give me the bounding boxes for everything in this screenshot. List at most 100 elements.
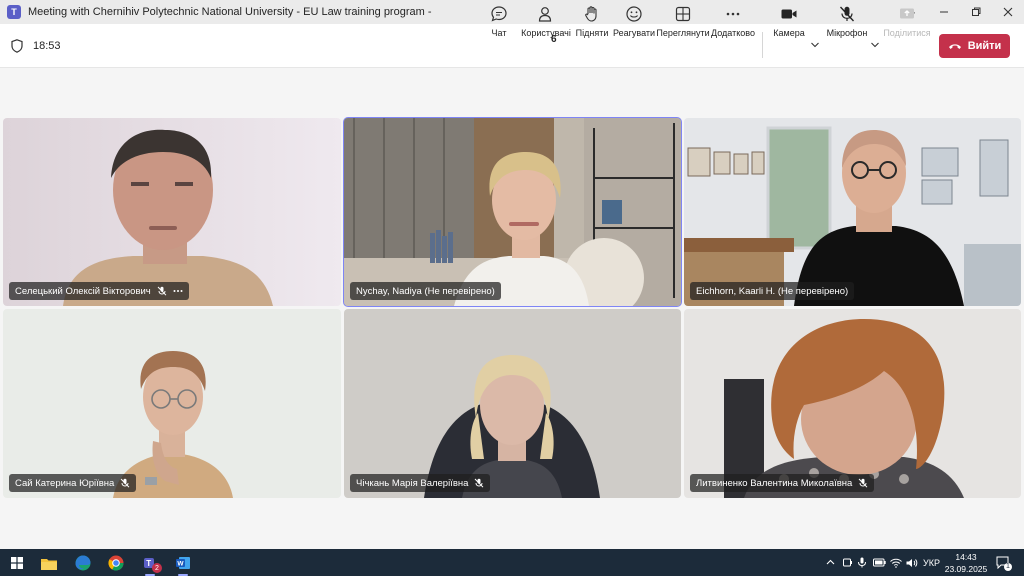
window-title: Meeting with Chernihiv Polytechnic Natio…	[28, 6, 432, 18]
hand-icon	[585, 6, 597, 22]
grid-view-icon	[675, 6, 691, 22]
video-tile-4[interactable]: Сай Катерина Юріївна	[3, 309, 341, 498]
react-button[interactable]: Реагувати	[612, 4, 656, 42]
participant-name-4: Сай Катерина Юріївна	[15, 477, 115, 489]
mic-options-chevron-down-icon[interactable]	[870, 40, 880, 50]
close-button[interactable]	[992, 0, 1024, 24]
minimize-button[interactable]	[928, 0, 960, 24]
svg-text:W: W	[177, 561, 184, 568]
chrome-browser-button[interactable]	[105, 552, 127, 574]
smiley-icon	[626, 6, 642, 22]
tray-mic-icon	[858, 557, 866, 568]
chrome-icon	[108, 555, 124, 571]
mic-muted-icon	[120, 478, 130, 488]
chat-icon	[491, 6, 507, 22]
speaker-icon	[906, 558, 918, 567]
video-tile-5[interactable]: Чічкань Марія Валеріївна	[344, 309, 681, 498]
react-label: Реагувати	[612, 28, 656, 38]
input-language-button[interactable]: УКР	[923, 549, 940, 576]
more-label: Додатково	[711, 28, 755, 38]
input-language-label: УКР	[923, 557, 940, 568]
camera-button[interactable]: Камера	[772, 4, 806, 42]
battery-indicator[interactable]	[873, 549, 886, 576]
video-tile-6[interactable]: Литвиненко Валентина Миколаївна	[684, 309, 1021, 498]
windows-taskbar: T 2 W УКР 14:43 23.09.2025 1	[0, 549, 1024, 576]
raise-hand-button[interactable]: Підняти	[576, 4, 608, 42]
leave-label: Вийти	[967, 40, 1002, 52]
volume-indicator[interactable]	[906, 549, 918, 576]
video-tile-2[interactable]: Nychay, Nadiya (Не перевірено)	[343, 117, 682, 307]
more-options-icon[interactable]	[173, 286, 183, 296]
participant-name-5: Чічкань Марія Валеріївна	[356, 477, 469, 489]
word-taskbar-button[interactable]: W	[172, 552, 194, 576]
chat-button[interactable]: Чат	[485, 4, 513, 42]
participant-nameplate-3: Eichhorn, Kaarli H. (Не перевірено)	[690, 282, 855, 300]
edge-browser-button[interactable]	[72, 552, 94, 574]
battery-icon	[873, 558, 886, 567]
chevron-up-icon	[826, 559, 835, 565]
tray-mic-button[interactable]	[857, 549, 867, 576]
microphone-label: Мікрофон	[826, 28, 868, 38]
camera-label: Камера	[773, 28, 805, 38]
tray-app-icon-1[interactable]	[842, 549, 853, 576]
people-label: Користувачі	[521, 28, 571, 38]
participant-name-3: Eichhorn, Kaarli H. (Не перевірено)	[696, 285, 849, 297]
teams-taskbar-button[interactable]: T 2	[139, 552, 162, 576]
edge-icon	[75, 555, 91, 571]
file-explorer-button[interactable]	[38, 552, 60, 574]
participant-nameplate-6: Литвиненко Валентина Миколаївна	[690, 474, 875, 492]
notification-center-button[interactable]: 1	[996, 549, 1012, 576]
participant-name-2: Nychay, Nadiya (Не перевірено)	[356, 285, 495, 297]
teams-notification-badge: 2	[152, 563, 162, 573]
leave-button[interactable]: Вийти	[939, 34, 1010, 58]
video-stage: Селецький Олексій Вікторович Nychay, Nad…	[0, 68, 1024, 549]
raise-hand-label: Підняти	[575, 28, 609, 38]
chat-label: Чат	[491, 28, 507, 38]
minimize-icon	[940, 11, 948, 13]
people-button[interactable]: Користувачі	[520, 4, 572, 42]
participant-name-6: Литвиненко Валентина Миколаївна	[696, 477, 853, 489]
video-tile-3[interactable]: Eichhorn, Kaarli H. (Не перевірено)	[684, 118, 1021, 306]
view-label: Переглянути	[656, 28, 710, 38]
wifi-icon	[890, 558, 902, 568]
restore-button[interactable]	[960, 0, 992, 24]
toolbar-divider	[762, 32, 763, 58]
wifi-indicator[interactable]	[890, 549, 902, 576]
video-tile-1[interactable]: Селецький Олексій Вікторович	[3, 118, 341, 306]
word-icon: W	[176, 557, 190, 569]
participant-video-1	[3, 118, 341, 306]
participant-video-3	[684, 118, 1021, 306]
more-actions-button[interactable]: Додатково	[711, 4, 755, 42]
participant-nameplate-1: Селецький Олексій Вікторович	[9, 282, 189, 300]
show-hidden-icons-button[interactable]	[826, 549, 835, 576]
shield-icon	[11, 39, 23, 53]
people-icon	[538, 7, 552, 22]
notification-count: 1	[1004, 563, 1012, 571]
mic-muted-icon	[157, 286, 167, 296]
share-button[interactable]: Поділитися	[883, 4, 931, 42]
participant-video-5	[344, 309, 681, 498]
clock-date: 23.09.2025	[944, 564, 988, 574]
close-icon	[1003, 7, 1013, 17]
share-label: Поділитися	[883, 28, 931, 38]
microphone-button[interactable]: Мікрофон	[826, 4, 868, 42]
camera-options-chevron-down-icon[interactable]	[810, 40, 820, 50]
start-button[interactable]	[6, 552, 28, 574]
camera-icon	[781, 9, 797, 19]
clock-time: 14:43	[955, 552, 977, 562]
participant-nameplate-2: Nychay, Nadiya (Не перевірено)	[350, 282, 501, 300]
mic-muted-icon	[475, 478, 484, 488]
mic-muted-icon	[858, 478, 868, 488]
restore-icon	[972, 7, 981, 16]
participant-nameplate-5: Чічкань Марія Валеріївна	[350, 474, 491, 492]
view-button[interactable]: Переглянути	[656, 4, 710, 42]
teams-logo-icon: T	[7, 5, 21, 19]
share-screen-icon	[900, 8, 914, 19]
system-clock[interactable]: 14:43 23.09.2025	[944, 551, 988, 575]
folder-icon	[41, 558, 57, 570]
participant-name-1: Селецький Олексій Вікторович	[15, 285, 151, 297]
participant-video-6	[684, 309, 1021, 498]
device-icon	[843, 558, 852, 567]
mic-off-icon	[839, 6, 855, 22]
participant-count: 6	[551, 34, 557, 45]
